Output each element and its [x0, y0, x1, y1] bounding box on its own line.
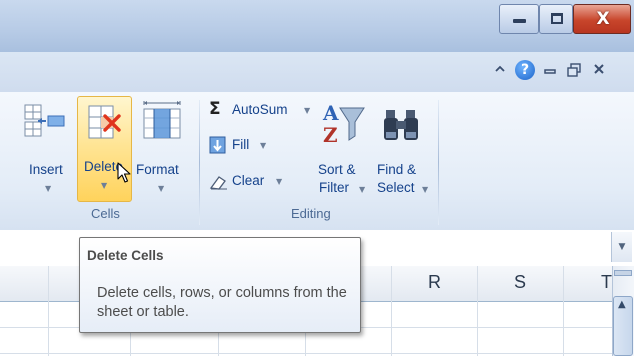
- sort-filter-label-line1: Sort &: [318, 162, 356, 177]
- grid-line: [563, 266, 564, 356]
- find-select-dropdown-icon: ▼: [422, 185, 429, 194]
- maximize-icon: [551, 13, 563, 24]
- mouse-cursor-icon: [117, 162, 131, 188]
- insert-dropdown-icon: ▼: [45, 184, 52, 193]
- fill-dropdown-icon: ▼: [260, 141, 267, 150]
- autosum-icon: Σ: [209, 99, 221, 119]
- find-select-label-line2: Select: [377, 180, 415, 195]
- fill-label: Fill: [232, 137, 250, 152]
- format-label: Format: [136, 162, 179, 177]
- editing-group-label: Editing: [291, 206, 331, 221]
- autosum-dropdown-icon: ▼: [304, 106, 311, 115]
- tooltip-body: Delete cells, rows, or columns from the …: [97, 285, 347, 320]
- maximize-button[interactable]: [539, 4, 573, 34]
- autosum-button[interactable]: Σ AutoSum ▼: [206, 99, 314, 122]
- format-cells-icon: [140, 100, 184, 144]
- ribbon-minimize-icon[interactable]: [493, 62, 507, 80]
- grid-line: [391, 266, 392, 356]
- svg-text:Z: Z: [323, 123, 338, 146]
- scroll-up-button[interactable]: ▲: [613, 296, 633, 356]
- scroll-up-icon: ▲: [618, 299, 626, 310]
- format-cells-button[interactable]: Format ▼: [134, 96, 190, 202]
- close-icon: X: [596, 9, 610, 29]
- workbook-close-icon[interactable]: [592, 62, 606, 80]
- sort-filter-icon: A Z: [320, 100, 366, 150]
- clear-button[interactable]: Clear ▼: [206, 171, 292, 193]
- svg-text:A: A: [322, 101, 339, 125]
- binoculars-icon: [382, 108, 422, 146]
- grid-line: [0, 353, 612, 354]
- close-button[interactable]: X: [573, 4, 631, 34]
- delete-cells-tooltip: Delete Cells Delete cells, rows, or colu…: [79, 237, 361, 333]
- formula-bar-expand-icon[interactable]: ▼: [611, 232, 632, 262]
- sort-filter-dropdown-icon: ▼: [359, 185, 366, 194]
- tooltip-title: Delete Cells: [87, 248, 164, 263]
- ribbon-tab-bar: [0, 52, 634, 92]
- column-header-t[interactable]: T: [601, 272, 612, 293]
- clear-dropdown-icon: ▼: [276, 177, 283, 186]
- help-icon[interactable]: ?: [515, 60, 535, 80]
- clear-label: Clear: [232, 173, 265, 188]
- grid-line: [477, 266, 478, 356]
- autosum-label: AutoSum: [232, 102, 288, 117]
- minimize-button[interactable]: [499, 4, 539, 34]
- find-select-label-line1: Find &: [377, 162, 417, 177]
- column-header-s[interactable]: S: [514, 272, 526, 293]
- group-separator: [199, 100, 200, 225]
- delete-cells-icon: [87, 104, 125, 146]
- sort-filter-label-line2: Filter: [319, 180, 349, 195]
- insert-cells-button[interactable]: Insert ▼: [16, 96, 72, 202]
- eraser-icon: [209, 173, 229, 195]
- insert-cells-icon: [24, 104, 66, 142]
- workbook-minimize-icon[interactable]: [543, 62, 557, 80]
- sort-filter-button[interactable]: A Z Sort & Filter ▼: [316, 96, 370, 202]
- column-header-r[interactable]: R: [428, 272, 441, 293]
- fill-button[interactable]: Fill ▼: [206, 135, 276, 157]
- split-box[interactable]: [614, 270, 632, 276]
- format-dropdown-icon: ▼: [158, 184, 165, 193]
- ribbon-home: Insert ▼ Delete ▼ Format ▼ Cells Σ AutoS…: [0, 92, 634, 231]
- minimize-icon: [513, 19, 526, 23]
- workbook-restore-icon[interactable]: [566, 62, 582, 82]
- cells-group-label: Cells: [91, 206, 120, 221]
- find-select-button[interactable]: Find & Select ▼: [374, 96, 432, 202]
- delete-dropdown-icon: ▼: [101, 181, 108, 190]
- fill-icon: [209, 136, 227, 158]
- grid-line: [48, 266, 49, 356]
- insert-label: Insert: [29, 162, 63, 177]
- group-separator: [438, 100, 439, 225]
